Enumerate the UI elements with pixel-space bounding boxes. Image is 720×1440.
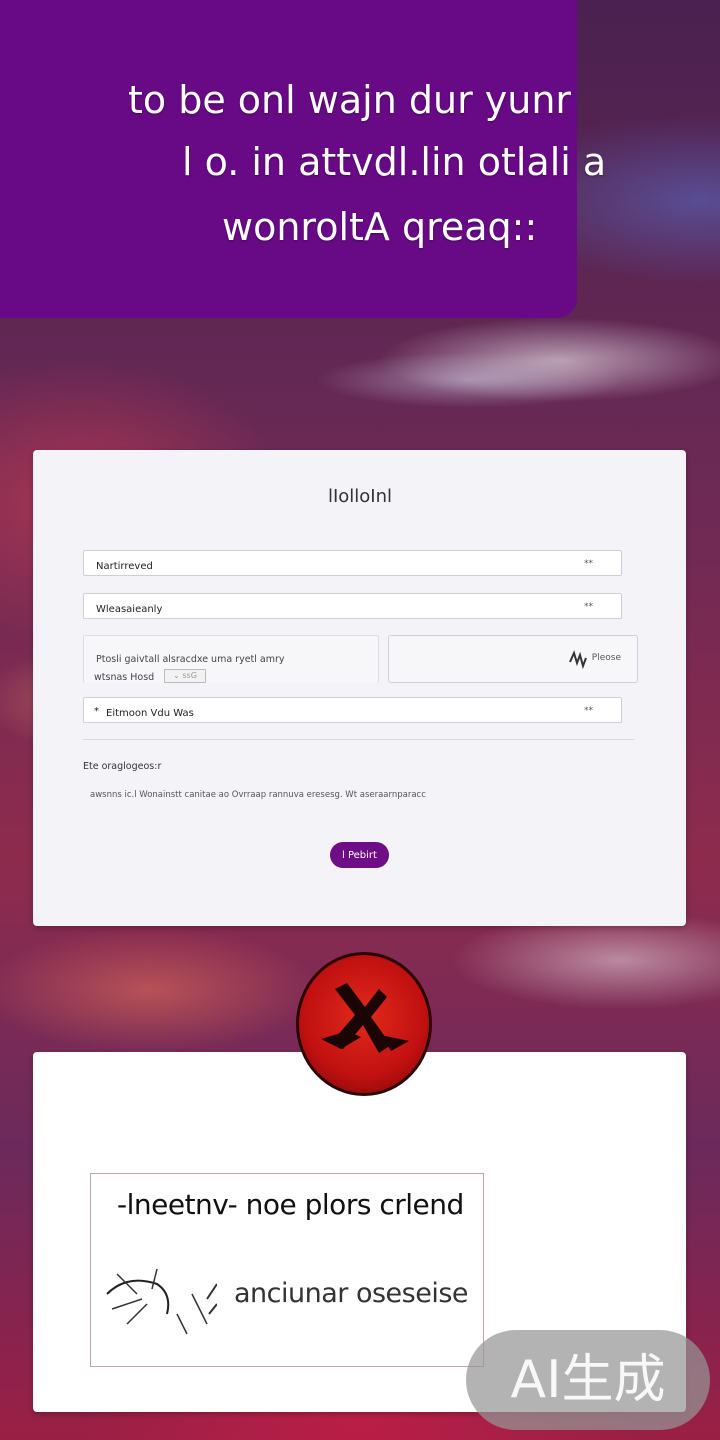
red-emblem (296, 952, 432, 1096)
signature-label: Pleose (591, 653, 621, 663)
field-2-label: Wleasaieanly (96, 604, 163, 615)
form-title: lIolloInl (327, 486, 393, 507)
dropdown-chip[interactable]: ⌄ ssG (164, 669, 206, 683)
signature-icon (567, 648, 589, 675)
field-3-marker: * (94, 706, 99, 717)
field-1-label: Nartirreved (96, 561, 153, 572)
preview-line-2: anciunar oseseise (234, 1278, 469, 1309)
details-box-label: wtsnas Hosd (94, 672, 155, 683)
details-box-text: Ptosli gaivtall alsracdxe uma ryetl amry (96, 654, 285, 665)
section-label: Ete oraglogeos:r (83, 761, 162, 772)
preview-line-1: -lneetnv- noe plors crlend (117, 1188, 464, 1221)
required-marker: ** (584, 706, 593, 716)
banner-line-3: wonroltA qreaq:: (222, 205, 538, 249)
divider (83, 739, 634, 740)
banner-line-2: l o. in attvdl.lin otlali a (182, 140, 607, 184)
required-marker: ** (584, 602, 593, 612)
text-field-1[interactable]: Nartirreved ** (83, 550, 622, 576)
submit-button[interactable]: l Pebirt (330, 842, 389, 868)
ai-generated-watermark: AI生成 (466, 1330, 710, 1430)
section-text: awsnns ic.l Wonainstt canitae ao Ovrraap… (90, 790, 426, 800)
banner-line-1: to be onl wajn dur yunr (128, 78, 572, 122)
field-3-label: Eitmoon Vdu Was (106, 708, 194, 719)
signature-box[interactable]: Pleose (388, 635, 638, 683)
text-field-2[interactable]: Wleasaieanly ** (83, 593, 622, 619)
text-field-3[interactable]: * Eitmoon Vdu Was ** (83, 697, 622, 723)
hero-banner: to be onl wajn dur yunr l o. in attvdl.l… (0, 0, 606, 318)
sketch-icon (106, 1268, 217, 1335)
required-marker: ** (584, 559, 593, 569)
details-box[interactable]: Ptosli gaivtall alsracdxe uma ryetl amry… (83, 635, 379, 683)
preview-frame: -lneetnv- noe plors crlend anciunar oses… (90, 1173, 484, 1367)
figure-icon (321, 983, 409, 1053)
